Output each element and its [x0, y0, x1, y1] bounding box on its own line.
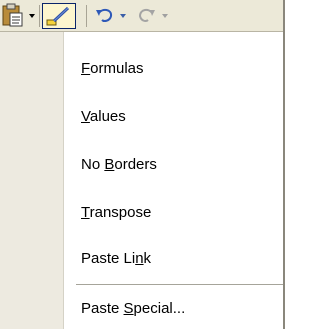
chevron-down-icon: [162, 14, 168, 18]
paste-clipboard-icon: [2, 3, 23, 27]
menu-item-paste-link[interactable]: Paste Link: [64, 240, 285, 278]
chevron-down-icon: [120, 14, 126, 18]
menu-item-formulas[interactable]: Formulas: [64, 50, 285, 88]
window-edge: [283, 0, 285, 329]
chevron-down-icon: [29, 14, 35, 18]
menu-icon-gutter: [0, 32, 64, 329]
menu-divider: [76, 284, 285, 285]
menu-item-values[interactable]: Values: [64, 98, 285, 136]
redo-icon: [138, 8, 155, 22]
undo-button[interactable]: [92, 3, 118, 29]
toolbar: [0, 0, 285, 32]
redo-button[interactable]: [135, 3, 159, 29]
undo-icon: [96, 8, 113, 22]
menu-item-transpose[interactable]: Transpose: [64, 194, 285, 232]
undo-dropdown-arrow[interactable]: [118, 3, 128, 29]
redo-dropdown-arrow[interactable]: [160, 3, 170, 29]
format-painter-button[interactable]: [42, 3, 76, 29]
paste-options-menu: Formulas Values No Borders Transpose Pas…: [0, 32, 285, 329]
menu-item-paste-special[interactable]: Paste Special...: [64, 290, 285, 328]
paste-button[interactable]: [0, 3, 26, 29]
format-painter-brush-icon: [46, 6, 70, 26]
toolbar-separator: [86, 5, 87, 27]
toolbar-separator: [39, 5, 40, 27]
menu-item-no-borders[interactable]: No Borders: [64, 146, 285, 184]
paste-dropdown-arrow[interactable]: [27, 3, 37, 29]
